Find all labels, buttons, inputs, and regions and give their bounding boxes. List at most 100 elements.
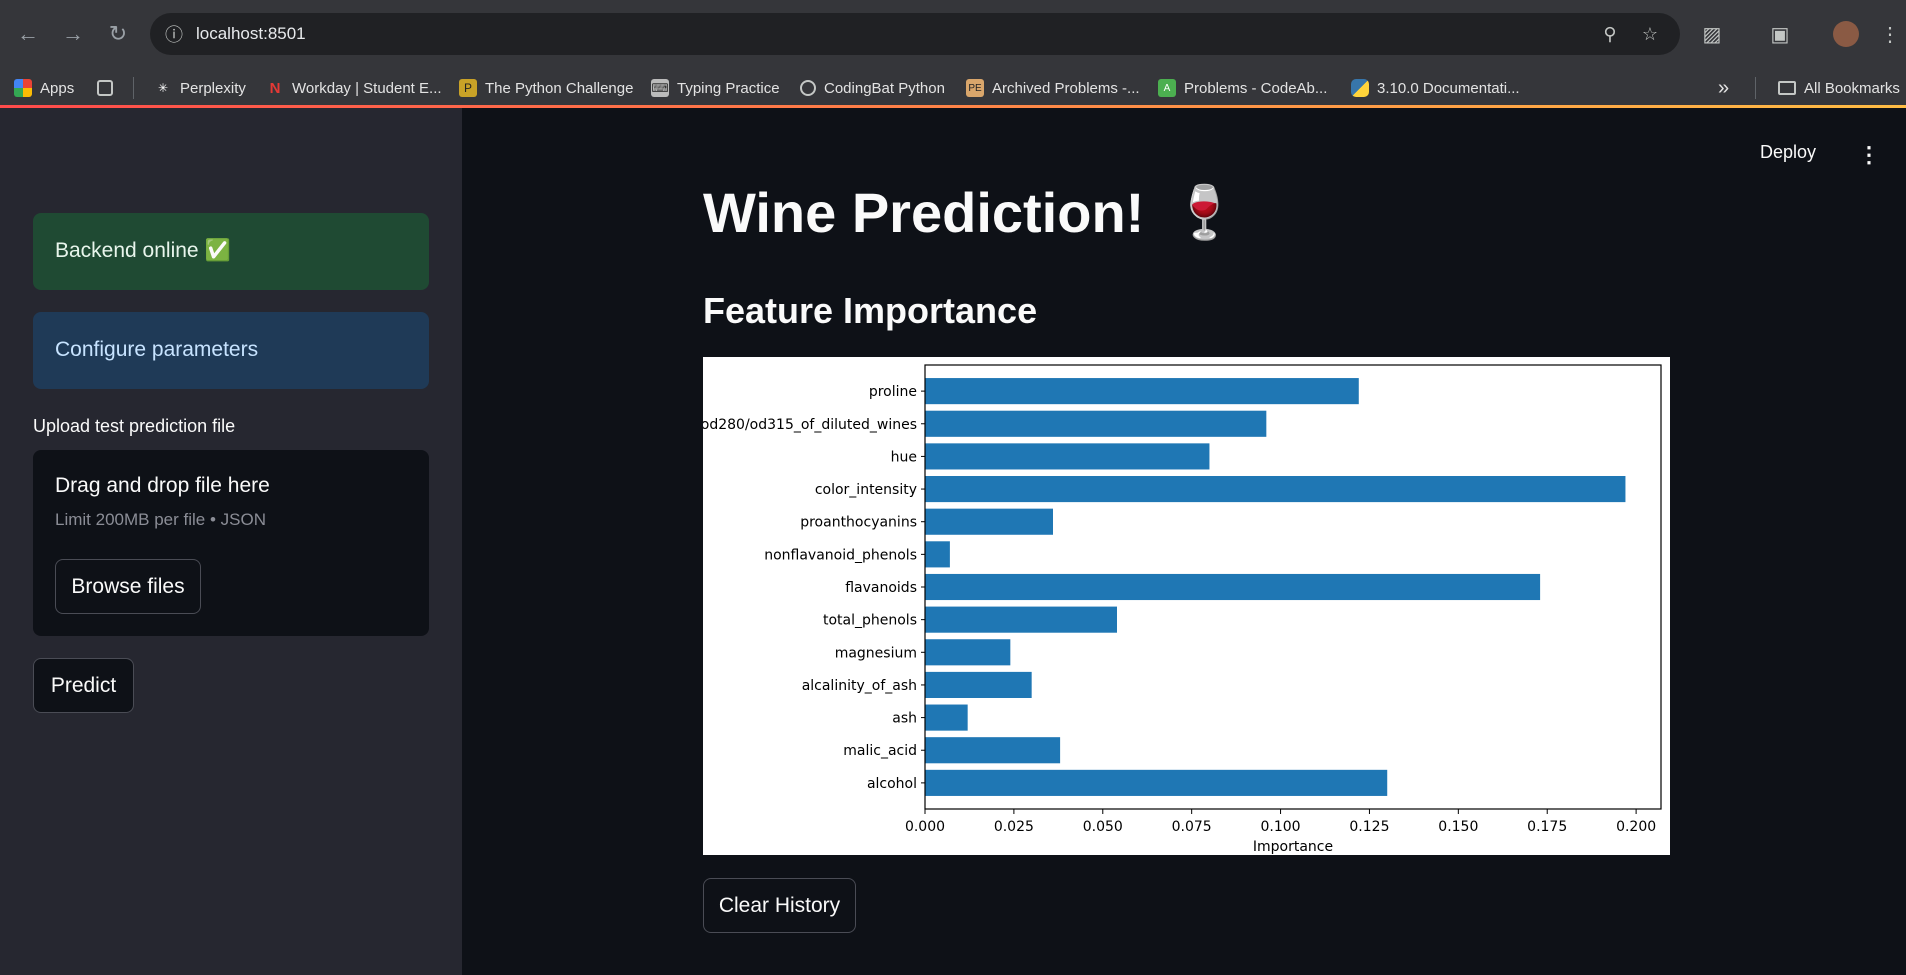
- clear-history-button[interactable]: Clear History: [703, 878, 856, 933]
- workday-icon: N: [269, 79, 281, 97]
- y-tick-label: alcohol: [867, 776, 917, 792]
- sidebar: Backend online ✅ Configure parameters Up…: [0, 108, 462, 975]
- bar: [925, 443, 1210, 470]
- zoom-icon[interactable]: ⚲: [1596, 20, 1624, 48]
- python-logo-icon: [1351, 79, 1369, 97]
- bookmark-label: 3.10.0 Documentati...: [1377, 79, 1520, 97]
- bookmark-python-docs[interactable]: 3.10.0 Documentati...: [1351, 68, 1520, 108]
- y-tick-label: color_intensity: [815, 482, 917, 498]
- y-tick-label: alcalinity_of_ash: [802, 678, 917, 694]
- bar: [925, 737, 1061, 764]
- feature-importance-chart: proline od280/od315_of_diluted_wineshue co…: [701, 357, 1670, 855]
- media-icon[interactable]: ▣: [1762, 16, 1798, 52]
- file-dropzone[interactable]: Drag and drop file here Limit 200MB per …: [33, 450, 429, 636]
- browse-files-button[interactable]: Browse files: [55, 559, 201, 614]
- y-tick-label: magnesium: [835, 645, 917, 661]
- predict-button[interactable]: Predict: [33, 658, 134, 713]
- perplexity-icon: ✳: [157, 81, 169, 95]
- x-axis-label: Importance: [1253, 839, 1333, 855]
- all-bookmarks[interactable]: All Bookmarks: [1778, 68, 1900, 108]
- bookmark-codingbat[interactable]: CodingBat Python: [800, 68, 945, 108]
- bookmark-label: CodingBat Python: [824, 79, 945, 97]
- bar: [925, 639, 1011, 666]
- globe-icon: [800, 80, 816, 96]
- url-text[interactable]: localhost:8501: [196, 24, 306, 44]
- bar: [925, 769, 1388, 796]
- y-tick-label: total_phenols: [823, 613, 917, 629]
- x-tick-label: 0.200: [1616, 819, 1656, 835]
- y-tick-label: od280/od315_of_diluted_wines: [703, 417, 917, 433]
- bookmark-label: Problems - CodeAb...: [1184, 79, 1328, 97]
- browser-menu-icon[interactable]: ⋮: [1872, 16, 1906, 52]
- all-bookmarks-label: All Bookmarks: [1804, 79, 1900, 97]
- x-tick-label: 0.050: [1083, 819, 1123, 835]
- bookmark-workday[interactable]: N Workday | Student E...: [266, 68, 442, 108]
- configure-parameters-info: Configure parameters: [33, 312, 429, 389]
- bar: [925, 606, 1117, 633]
- bookmark-divider: [133, 77, 134, 99]
- bookmark-perplexity[interactable]: ✳ Perplexity: [154, 68, 246, 108]
- y-tick-label: proline: [869, 384, 917, 400]
- bar: [925, 410, 1267, 437]
- page-title-text: Wine Prediction!: [703, 181, 1145, 244]
- dropzone-limit: Limit 200MB per file • JSON: [55, 510, 266, 529]
- x-tick-label: 0.075: [1172, 819, 1212, 835]
- bar: [925, 378, 1359, 405]
- y-tick-label: ash: [892, 711, 917, 727]
- more-bookmarks-icon[interactable]: »: [1718, 68, 1729, 108]
- bookmark-archived-problems[interactable]: PE Archived Problems -...: [966, 68, 1140, 108]
- section-heading: Feature Importance: [703, 290, 1038, 331]
- browser-toolbar: ← → ↻ ⓘ localhost:8501 ⚲ ☆ ▨ ▣ ⋮: [0, 0, 1906, 68]
- site-info-icon[interactable]: ⓘ: [160, 20, 188, 48]
- python-challenge-icon: P: [459, 79, 477, 97]
- typing-icon: ⌨: [651, 79, 669, 97]
- backend-status-text: Backend online ✅: [55, 239, 231, 262]
- folder-icon: [1778, 81, 1796, 95]
- configure-parameters-text: Configure parameters: [55, 338, 259, 361]
- bookmark-apps[interactable]: Apps: [14, 68, 74, 108]
- backend-status-alert: Backend online ✅: [33, 213, 429, 290]
- tab-groups-icon[interactable]: [97, 68, 121, 108]
- y-tick-label: proanthocyanins: [800, 515, 917, 531]
- back-arrow-icon[interactable]: ←: [10, 16, 46, 52]
- bookmark-label: Archived Problems -...: [992, 79, 1140, 97]
- profile-avatar-icon[interactable]: [1828, 16, 1864, 52]
- x-tick-label: 0.175: [1527, 819, 1567, 835]
- bar: [925, 541, 950, 568]
- bar: [925, 476, 1626, 503]
- y-tick-label: hue: [891, 449, 917, 465]
- x-tick-label: 0.100: [1261, 819, 1301, 835]
- bookmark-label: Apps: [40, 79, 75, 97]
- codeabbey-icon: A: [1158, 79, 1176, 97]
- dropzone-title: Drag and drop file here: [55, 474, 270, 497]
- wine-glass-icon: 🍷: [1172, 184, 1238, 242]
- address-bar[interactable]: ⓘ localhost:8501 ⚲ ☆: [150, 13, 1680, 55]
- x-tick-label: 0.000: [905, 819, 945, 835]
- bookmark-label: Typing Practice: [677, 79, 780, 97]
- y-tick-label: nonflavanoid_phenols: [764, 547, 917, 563]
- bar: [925, 508, 1053, 535]
- bookmark-label: The Python Challenge: [485, 79, 634, 97]
- bookmark-python-challenge[interactable]: P The Python Challenge: [459, 68, 633, 108]
- bookmark-codeabbey[interactable]: A Problems - CodeAb...: [1158, 68, 1327, 108]
- main-menu-icon[interactable]: ⋮: [1858, 142, 1880, 168]
- bookmarks-bar: Apps ✳ Perplexity N Workday | Student E.…: [0, 68, 1906, 108]
- bookmark-typing-practice[interactable]: ⌨ Typing Practice: [651, 68, 780, 108]
- bookmark-divider: [1755, 77, 1756, 99]
- star-icon[interactable]: ☆: [1636, 20, 1664, 48]
- bookmark-label: Perplexity: [180, 79, 246, 97]
- extensions-icon[interactable]: ▨: [1694, 16, 1730, 52]
- y-tick-label: malic_acid: [843, 743, 917, 759]
- forward-arrow-icon[interactable]: →: [55, 16, 91, 52]
- x-tick-label: 0.150: [1438, 819, 1478, 835]
- bar: [925, 671, 1032, 698]
- apps-grid-icon: [14, 79, 32, 97]
- y-tick-label: flavanoids: [845, 580, 917, 596]
- bar: [925, 704, 968, 731]
- x-tick-label: 0.125: [1349, 819, 1389, 835]
- chart-svg: proline od280/od315_of_diluted_wineshue co…: [701, 364, 1662, 855]
- deploy-button[interactable]: Deploy: [1760, 142, 1816, 163]
- reload-icon[interactable]: ↻: [100, 16, 136, 52]
- project-euler-icon: PE: [966, 79, 984, 97]
- page-title: Wine Prediction! 🍷: [703, 180, 1237, 245]
